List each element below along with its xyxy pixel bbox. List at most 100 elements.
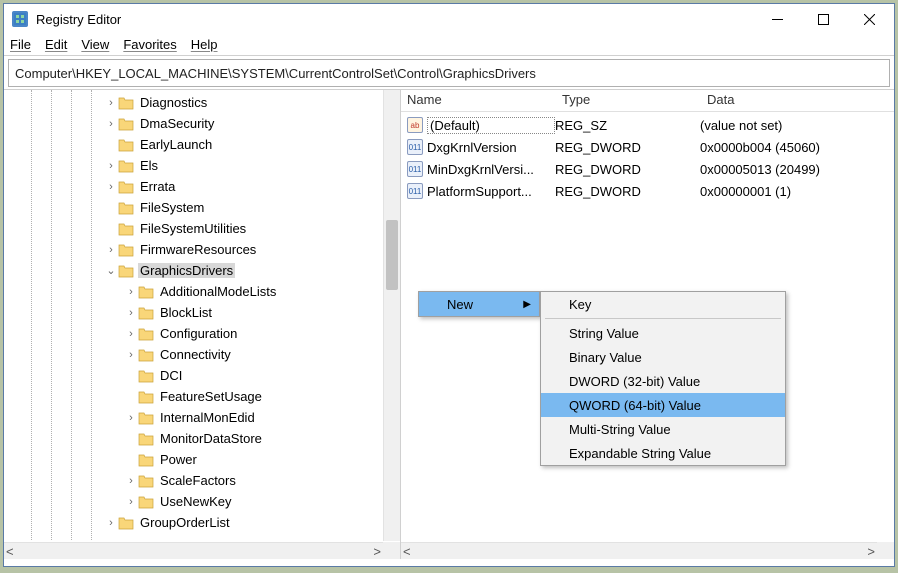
folder-icon	[118, 243, 134, 257]
menu-view[interactable]: View	[81, 37, 109, 52]
tree-hscroll[interactable]: <>	[4, 542, 383, 559]
submenu-binary-value[interactable]: Binary Value	[541, 345, 785, 369]
context-menu-new[interactable]: New ▶	[419, 292, 539, 316]
tree-item-label: MonitorDataStore	[158, 431, 264, 446]
folder-icon	[118, 117, 134, 131]
tree-item[interactable]: › FirmwareResources	[4, 239, 400, 260]
titlebar[interactable]: Registry Editor	[4, 4, 894, 34]
submenu-string-value[interactable]: String Value	[541, 321, 785, 345]
expand-icon[interactable]: ›	[124, 349, 138, 361]
tree-item[interactable]: MonitorDataStore	[4, 428, 400, 449]
value-row[interactable]: 011PlatformSupport...REG_DWORD0x00000001…	[401, 180, 894, 202]
menu-edit[interactable]: Edit	[45, 37, 67, 52]
col-name[interactable]: Name	[401, 90, 556, 111]
value-name: DxgKrnlVersion	[427, 140, 555, 155]
expand-icon[interactable]: ›	[104, 181, 118, 193]
submenu-key[interactable]: Key	[541, 292, 785, 316]
folder-icon	[138, 411, 154, 425]
tree-item[interactable]: Power	[4, 449, 400, 470]
expand-icon[interactable]: ›	[104, 517, 118, 529]
value-data: (value not set)	[700, 118, 894, 133]
tree-item-label: Connectivity	[158, 347, 233, 362]
tree-item-label: UseNewKey	[158, 494, 234, 509]
tree-item[interactable]: › Diagnostics	[4, 92, 400, 113]
tree-item-label: EarlyLaunch	[138, 137, 214, 152]
tree-item[interactable]: › GroupOrderList	[4, 512, 400, 533]
value-name: MinDxgKrnlVersi...	[427, 162, 555, 177]
tree-item-label: AdditionalModeLists	[158, 284, 278, 299]
folder-icon	[118, 201, 134, 215]
value-row[interactable]: 011MinDxgKrnlVersi...REG_DWORD0x00005013…	[401, 158, 894, 180]
address-text: Computer\HKEY_LOCAL_MACHINE\SYSTEM\Curre…	[15, 66, 536, 81]
tree-item-label: FeatureSetUsage	[158, 389, 264, 404]
tree-vscroll[interactable]	[383, 90, 400, 541]
value-type: REG_SZ	[555, 118, 700, 133]
tree-pane: ›Diagnostics›DmaSecurityEarlyLaunch›Els›…	[4, 90, 401, 559]
tree-item[interactable]: ›InternalMonEdid	[4, 407, 400, 428]
submenu-multi-string-value[interactable]: Multi-String Value	[541, 417, 785, 441]
value-data: 0x0000b004 (45060)	[700, 140, 894, 155]
maximize-button[interactable]	[800, 4, 846, 34]
tree-item[interactable]: EarlyLaunch	[4, 134, 400, 155]
expand-icon[interactable]: ›	[104, 160, 118, 172]
submenu-dword-value[interactable]: DWORD (32-bit) Value	[541, 369, 785, 393]
tree-item[interactable]: ›ScaleFactors	[4, 470, 400, 491]
tree-item-label: FirmwareResources	[138, 242, 258, 257]
col-type[interactable]: Type	[556, 90, 701, 111]
tree-item[interactable]: › AdditionalModeLists	[4, 281, 400, 302]
folder-icon	[118, 222, 134, 236]
folder-icon	[138, 306, 154, 320]
tree-item-label: GraphicsDrivers	[138, 263, 235, 278]
tree-item-label: Els	[138, 158, 160, 173]
value-icon: 011	[407, 161, 423, 177]
tree-item[interactable]: FeatureSetUsage	[4, 386, 400, 407]
tree-item[interactable]: ⌄ GraphicsDrivers	[4, 260, 400, 281]
value-row[interactable]: ab(Default)REG_SZ(value not set)	[401, 114, 894, 136]
expand-icon[interactable]: ›	[124, 496, 138, 508]
folder-icon	[138, 327, 154, 341]
folder-icon	[138, 474, 154, 488]
tree-item[interactable]: ›Configuration	[4, 323, 400, 344]
tree-item-label: BlockList	[158, 305, 214, 320]
expand-icon[interactable]: ›	[104, 244, 118, 256]
tree-item[interactable]: › Els	[4, 155, 400, 176]
tree-item[interactable]: › Connectivity	[4, 344, 400, 365]
tree-item[interactable]: FileSystem	[4, 197, 400, 218]
menu-favorites[interactable]: Favorites	[123, 37, 176, 52]
expand-icon[interactable]: ›	[104, 97, 118, 109]
folder-icon	[118, 96, 134, 110]
col-data[interactable]: Data	[701, 90, 894, 111]
expand-icon[interactable]: ›	[124, 307, 138, 319]
new-submenu: Key String Value Binary Value DWORD (32-…	[540, 291, 786, 466]
list-hscroll[interactable]: <>	[401, 542, 877, 559]
minimize-button[interactable]	[754, 4, 800, 34]
tree-item[interactable]: ›DmaSecurity	[4, 113, 400, 134]
expand-icon[interactable]: ›	[124, 412, 138, 424]
window-title: Registry Editor	[36, 12, 754, 27]
expand-icon[interactable]: ›	[124, 328, 138, 340]
folder-icon	[118, 180, 134, 194]
value-icon: ab	[407, 117, 423, 133]
tree-item-label: GroupOrderList	[138, 515, 232, 530]
close-button[interactable]	[846, 4, 892, 34]
tree-item-label: Diagnostics	[138, 95, 209, 110]
address-bar[interactable]: Computer\HKEY_LOCAL_MACHINE\SYSTEM\Curre…	[8, 59, 890, 87]
expand-icon[interactable]: ›	[124, 286, 138, 298]
list-header: Name Type Data	[401, 90, 894, 112]
value-name: (Default)	[427, 117, 555, 134]
menu-help[interactable]: Help	[191, 37, 218, 52]
tree-item[interactable]: FileSystemUtilities	[4, 218, 400, 239]
tree-item[interactable]: › UseNewKey	[4, 491, 400, 512]
submenu-expandable-string-value[interactable]: Expandable String Value	[541, 441, 785, 465]
menu-label: New	[447, 297, 473, 312]
folder-icon	[118, 516, 134, 530]
submenu-qword-value[interactable]: QWORD (64-bit) Value	[541, 393, 785, 417]
expand-icon[interactable]: ⌄	[104, 264, 118, 277]
expand-icon[interactable]: ›	[124, 475, 138, 487]
tree-item[interactable]: DCI	[4, 365, 400, 386]
tree-item[interactable]: ›Errata	[4, 176, 400, 197]
tree-item[interactable]: › BlockList	[4, 302, 400, 323]
menu-file[interactable]: File	[10, 37, 31, 52]
value-row[interactable]: 011DxgKrnlVersionREG_DWORD0x0000b004 (45…	[401, 136, 894, 158]
expand-icon[interactable]: ›	[104, 118, 118, 130]
